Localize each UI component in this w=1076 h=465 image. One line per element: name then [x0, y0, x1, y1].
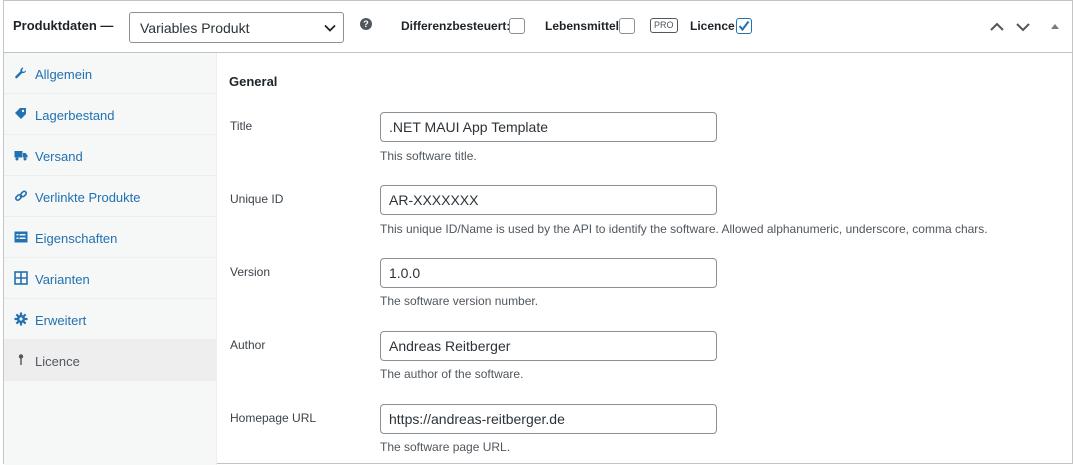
version-input[interactable]: 1.0.0 — [380, 258, 717, 288]
version-description: The software version number. — [380, 294, 539, 308]
title-description: This software title. — [380, 149, 477, 163]
wrench-icon — [15, 67, 27, 79]
pin-icon — [18, 354, 24, 365]
product-data-tabs: Allgemein Lagerbestand Versand Verlinkte… — [4, 53, 217, 465]
lebensmittel-label: Lebensmittel: — [545, 19, 624, 33]
tab-varianten[interactable]: Varianten — [4, 258, 217, 299]
panel-title: Produktdaten — — [13, 18, 114, 33]
differenzbesteuert-checkbox[interactable] — [509, 18, 525, 34]
tab-verlinkte-produkte[interactable]: Verlinkte Produkte — [4, 176, 217, 217]
title-input[interactable]: .NET MAUI App Template — [380, 112, 717, 142]
homepage-url-label: Homepage URL — [230, 411, 317, 425]
unique-id-description: This unique ID/Name is used by the API t… — [380, 222, 988, 236]
unique-id-label: Unique ID — [230, 192, 284, 206]
tab-label: Licence — [35, 354, 80, 369]
differenzbesteuert-label: Differenzbesteuert: — [401, 19, 511, 33]
tab-label: Erweitert — [35, 313, 87, 328]
truck-icon — [14, 151, 28, 161]
tab-label: Lagerbestand — [35, 108, 115, 123]
move-up-icon[interactable] — [989, 19, 1005, 35]
list-icon — [14, 231, 28, 243]
tab-label: Versand — [35, 149, 83, 164]
author-input[interactable]: Andreas Reitberger — [380, 331, 717, 361]
product-data-panel: Produktdaten — Variables Produkt ? Diffe… — [3, 0, 1073, 465]
collapse-toggle-icon[interactable] — [1047, 19, 1063, 35]
licence-checkbox[interactable] — [736, 18, 752, 34]
tab-eigenschaften[interactable]: Eigenschaften — [4, 217, 217, 258]
author-label: Author — [230, 338, 266, 352]
tab-lagerbestand[interactable]: Lagerbestand — [4, 94, 217, 135]
pro-badge: PRO — [650, 18, 678, 33]
chevron-down-icon — [324, 24, 336, 32]
tab-erweitert[interactable]: Erweitert — [4, 299, 217, 340]
checkmark-icon — [738, 20, 750, 32]
author-description: The author of the software. — [380, 367, 524, 381]
section-title: General — [229, 74, 278, 89]
product-type-value: Variables Produkt — [140, 20, 250, 36]
product-type-select[interactable]: Variables Produkt — [129, 12, 344, 43]
tab-label: Varianten — [35, 272, 90, 287]
gear-icon — [14, 312, 28, 326]
tag-icon — [15, 108, 26, 119]
tab-label: Verlinkte Produkte — [35, 190, 141, 205]
tab-allgemein[interactable]: Allgemein — [4, 53, 217, 94]
tab-licence[interactable]: Licence — [4, 340, 217, 381]
lebensmittel-checkbox[interactable] — [619, 18, 635, 34]
link-icon — [14, 190, 28, 202]
tab-versand[interactable]: Versand — [4, 135, 217, 176]
grid-icon — [14, 271, 28, 285]
tab-label: Eigenschaften — [35, 231, 118, 246]
version-label: Version — [230, 265, 271, 279]
title-label: Title — [230, 119, 253, 133]
licence-panel: General Title .NET MAUI App Template Thi… — [218, 53, 1072, 465]
unique-id-input[interactable]: AR-XXXXXXX — [380, 185, 717, 215]
homepage-url-description: The software page URL. — [380, 440, 511, 454]
licence-label: Licence: — [690, 19, 739, 33]
homepage-url-input[interactable]: https://andreas-reitberger.de — [380, 404, 717, 434]
panel-header: Produktdaten — Variables Produkt ? Diffe… — [4, 1, 1072, 53]
tab-label: Allgemein — [35, 67, 93, 82]
move-down-icon[interactable] — [1015, 19, 1031, 35]
help-icon[interactable]: ? — [360, 18, 372, 30]
